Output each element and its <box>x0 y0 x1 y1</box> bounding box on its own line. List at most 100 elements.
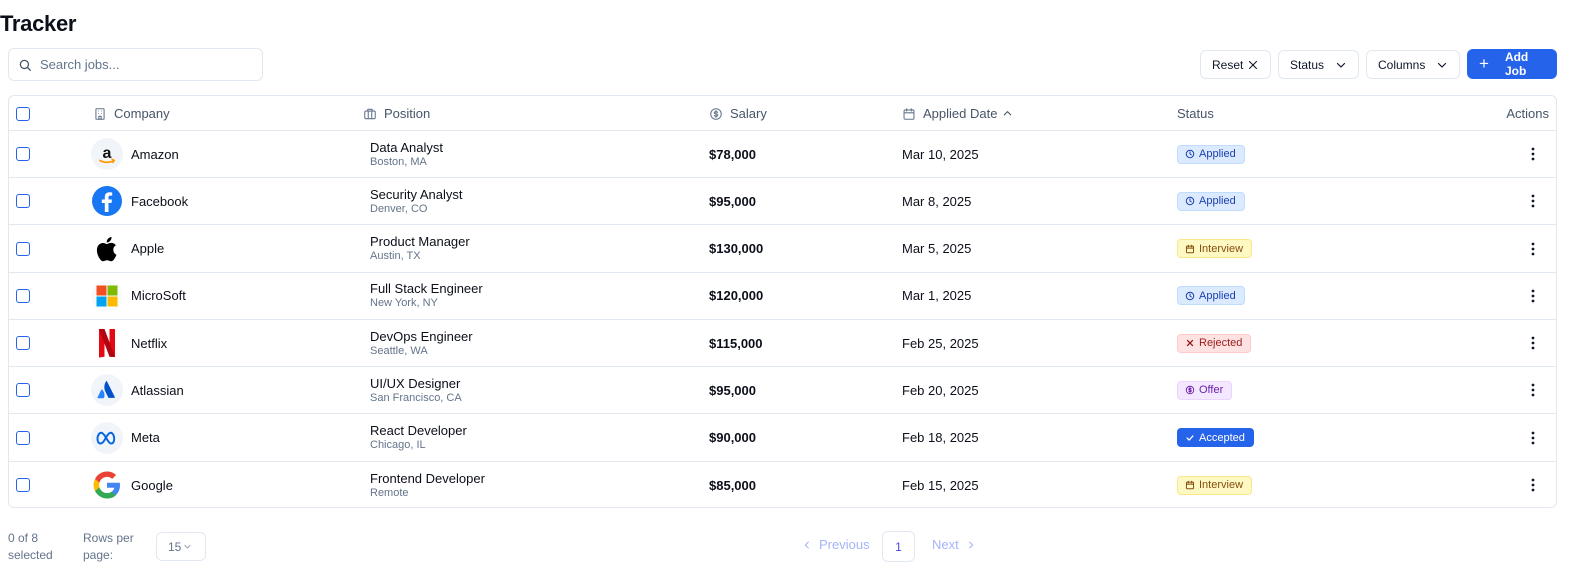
company-cell: a Amazon <box>91 131 179 177</box>
company-name: Google <box>131 477 173 493</box>
status-label: Applied <box>1199 195 1236 208</box>
salary-value: $78,000 <box>709 146 756 162</box>
applied-date-value: Feb 20, 2025 <box>902 382 979 398</box>
rows-per-page-label: Rows per page: <box>83 531 134 562</box>
date-cell: Feb 25, 2025 <box>902 320 979 366</box>
row-checkbox[interactable] <box>16 430 30 445</box>
column-header-salary[interactable]: Salary <box>709 96 767 131</box>
position-title: UI/UX Designer <box>370 375 461 391</box>
amazon-logo: a <box>91 138 123 170</box>
table-row[interactable]: MicroSoft Full Stack Engineer New York, NY… <box>9 273 1556 320</box>
search-input[interactable] <box>40 57 250 72</box>
salary-value: $85,000 <box>709 477 756 493</box>
status-filter-button[interactable]: Status <box>1278 50 1359 79</box>
date-cell: Feb 18, 2025 <box>902 415 979 461</box>
chevron-right-icon <box>959 540 976 550</box>
sort-ascending-icon <box>1002 108 1013 119</box>
salary-value: $130,000 <box>709 241 764 256</box>
table-row[interactable]: Apple Product Manager Austin, TX $130,000 Ma… <box>9 226 1556 273</box>
select-all-cell <box>16 96 30 131</box>
calendar-icon <box>1185 480 1199 490</box>
row-checkbox[interactable] <box>16 241 30 256</box>
search-box[interactable] <box>8 48 263 81</box>
salary-cell: $120,000 <box>709 273 763 319</box>
company-name: Atlassian <box>131 382 184 398</box>
table-row[interactable]: Atlassian UI/UX Designer San Francisco, CA… <box>9 367 1556 415</box>
column-label: Applied Date <box>923 106 998 121</box>
position-location: Remote <box>370 486 409 499</box>
position-title: Data Analyst <box>370 139 443 155</box>
row-checkbox[interactable] <box>16 288 30 303</box>
reset-button[interactable]: Reset <box>1200 50 1271 79</box>
more-actions-icon[interactable] <box>1526 382 1540 398</box>
plus-icon: + <box>1479 53 1489 73</box>
company-name: Netflix <box>131 335 168 351</box>
dollar-circle-icon <box>1185 385 1199 395</box>
status-cell: Interview <box>1177 226 1253 272</box>
select-all-checkbox[interactable] <box>16 106 30 121</box>
position-title: Frontend Developer <box>370 470 485 486</box>
row-select-cell <box>16 273 30 319</box>
status-cell: Offer <box>1177 367 1233 413</box>
table-row[interactable]: Netflix DevOps Engineer Seattle, WA $115,00… <box>9 320 1556 367</box>
table-row[interactable]: a Amazon Data Analyst Boston, MA $78,000 Mar … <box>9 131 1556 178</box>
row-select-cell <box>16 226 30 272</box>
row-checkbox[interactable] <box>16 478 30 493</box>
column-label: Salary <box>730 106 767 121</box>
more-actions-icon[interactable] <box>1526 241 1540 257</box>
previous-page-button[interactable]: Previous <box>802 537 870 552</box>
row-checkbox[interactable] <box>16 336 30 350</box>
check-icon <box>1185 433 1199 443</box>
salary-value: $95,000 <box>709 193 756 209</box>
rows-per-page-value: 15 <box>168 539 182 554</box>
salary-cell: $90,000 <box>709 415 756 461</box>
row-checkbox[interactable] <box>16 194 30 209</box>
position-title: Security Analyst <box>370 186 463 202</box>
position-cell: Full Stack Engineer New York, NY <box>370 273 483 319</box>
position-location: Denver, CO <box>370 202 428 215</box>
position-cell: React Developer Chicago, IL <box>370 415 467 461</box>
more-actions-icon[interactable] <box>1526 477 1540 493</box>
column-header-status[interactable]: Status <box>1177 96 1214 131</box>
column-label: Position <box>384 106 431 121</box>
building-icon <box>93 107 114 121</box>
status-label: Offer <box>1199 384 1224 397</box>
salary-value: $115,000 <box>709 335 763 351</box>
company-cell: Facebook <box>91 178 188 224</box>
status-badge: Offer <box>1177 380 1233 400</box>
table-row[interactable]: Meta React Developer Chicago, IL $90,000 Feb… <box>9 415 1556 462</box>
clock-icon <box>1185 149 1199 159</box>
column-header-applied-date[interactable]: Applied Date <box>902 96 1013 131</box>
position-location: Boston, MA <box>370 155 427 168</box>
next-page-button[interactable]: Next <box>932 537 976 552</box>
company-name: Apple <box>131 241 165 256</box>
more-actions-icon[interactable] <box>1526 335 1540 351</box>
columns-button[interactable]: Columns <box>1366 50 1460 79</box>
rows-per-page-select[interactable]: 15 <box>156 532 206 561</box>
table-row[interactable]: Google Frontend Developer Remote $85,000 Feb… <box>9 462 1556 507</box>
table-row[interactable]: Facebook Security Analyst Denver, CO $95,00… <box>9 178 1556 226</box>
facebook-logo <box>91 185 123 217</box>
status-badge: Rejected <box>1177 333 1252 353</box>
position-title: DevOps Engineer <box>370 328 473 344</box>
page-1-button[interactable]: 1 <box>882 531 915 562</box>
jobs-table: Company Position Salary Applied Date Sta… <box>8 95 1557 508</box>
add-job-button[interactable]: + Add Job <box>1467 49 1557 79</box>
netflix-logo <box>91 327 123 359</box>
more-actions-icon[interactable] <box>1526 193 1540 209</box>
actions-cell <box>1526 367 1540 413</box>
column-header-position[interactable]: Position <box>363 96 430 131</box>
salary-value: $90,000 <box>709 430 756 445</box>
more-actions-icon[interactable] <box>1526 430 1540 446</box>
selected-count: 0 of 8 selected <box>8 531 53 562</box>
row-checkbox[interactable] <box>16 383 30 398</box>
salary-cell: $95,000 <box>709 178 756 224</box>
row-checkbox[interactable] <box>16 147 30 161</box>
more-actions-icon[interactable] <box>1526 146 1540 162</box>
more-actions-icon[interactable] <box>1526 288 1540 304</box>
actions-cell <box>1526 415 1540 461</box>
close-icon <box>1247 59 1259 71</box>
row-select-cell <box>16 320 30 366</box>
column-header-company[interactable]: Company <box>93 96 170 131</box>
columns-button-label: Columns <box>1378 57 1426 72</box>
